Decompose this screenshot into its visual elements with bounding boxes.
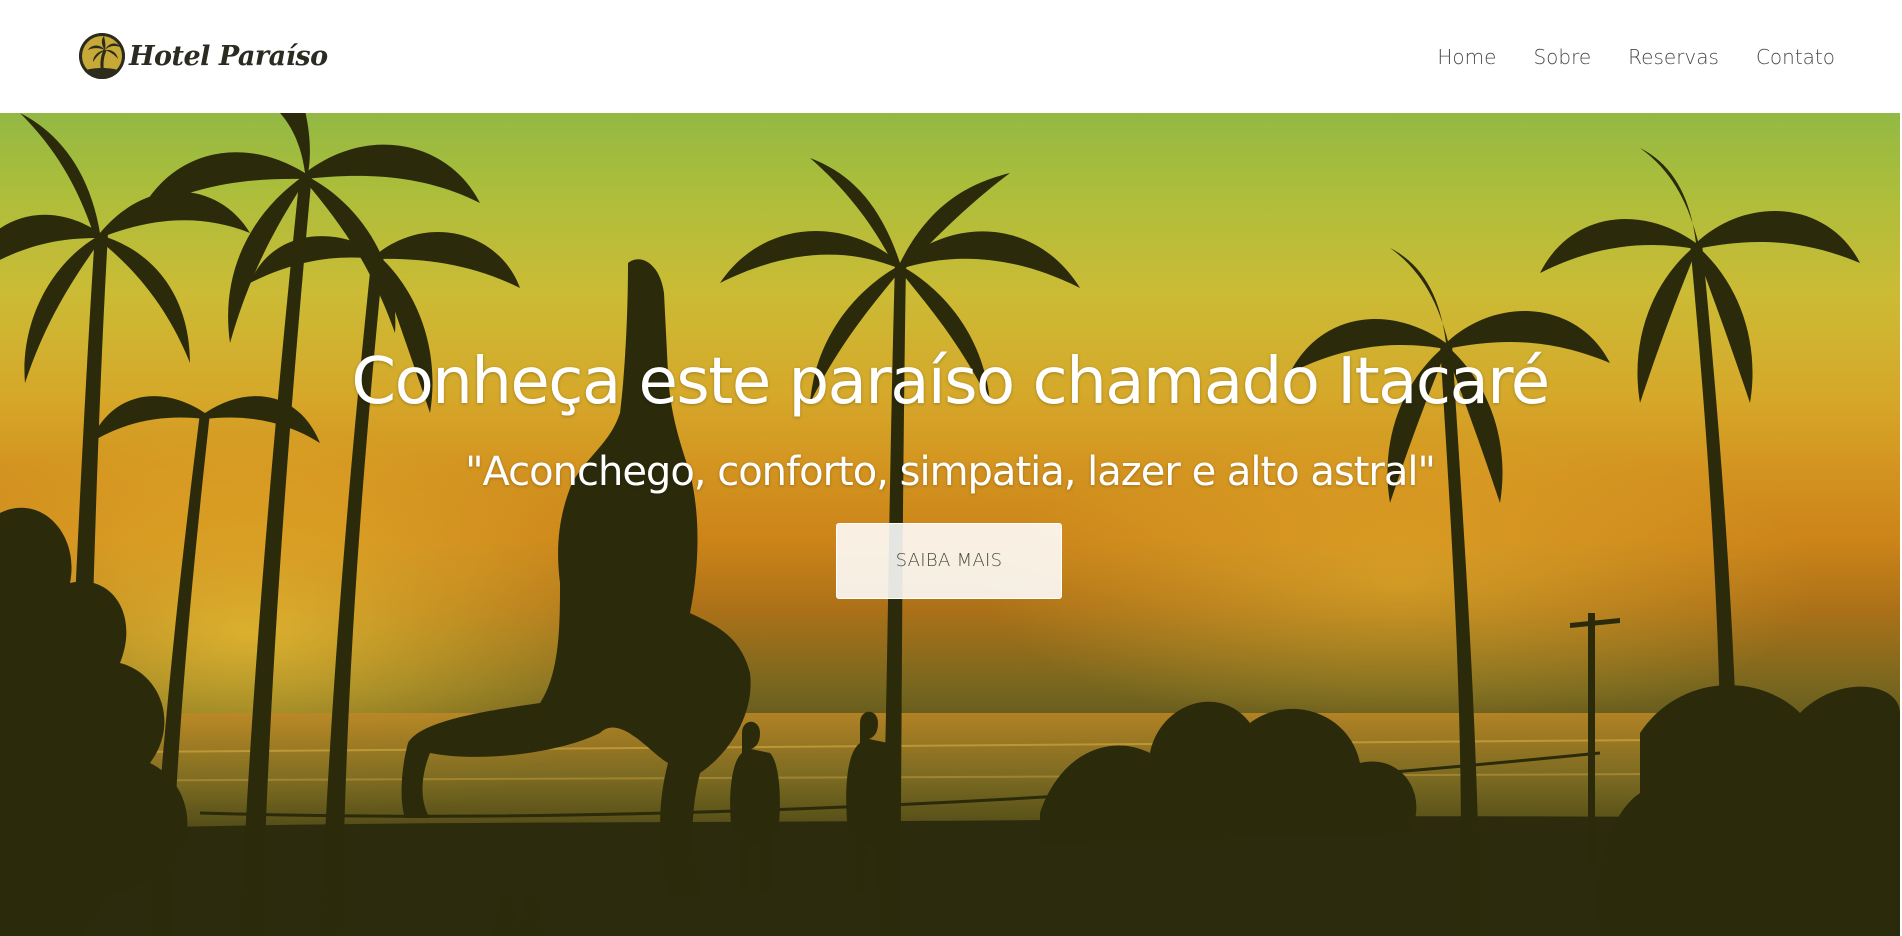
hero-subtitle: "Aconchego, conforto, simpatia, lazer e … [465, 449, 1436, 495]
nav-reservas[interactable]: Reservas [1628, 40, 1719, 74]
saiba-mais-button[interactable]: SAIBA MAIS [836, 523, 1062, 599]
page: Hotel Paraíso Home Sobre Reservas Contat… [0, 0, 1902, 936]
site-header: Hotel Paraíso Home Sobre Reservas Contat… [0, 0, 1900, 113]
nav-contato[interactable]: Contato [1756, 40, 1835, 74]
palm-tree-icon [79, 33, 125, 79]
main-nav: Home Sobre Reservas Contato [1400, 40, 1835, 74]
hero-title: Conheça este paraíso chamado Itacaré [351, 345, 1550, 419]
logo-text: Hotel Paraíso [129, 40, 328, 72]
logo-link[interactable]: Hotel Paraíso [79, 33, 328, 79]
nav-sobre[interactable]: Sobre [1533, 40, 1591, 74]
nav-home[interactable]: Home [1437, 40, 1496, 74]
hero-section: Conheça este paraíso chamado Itacaré "Ac… [0, 113, 1900, 936]
